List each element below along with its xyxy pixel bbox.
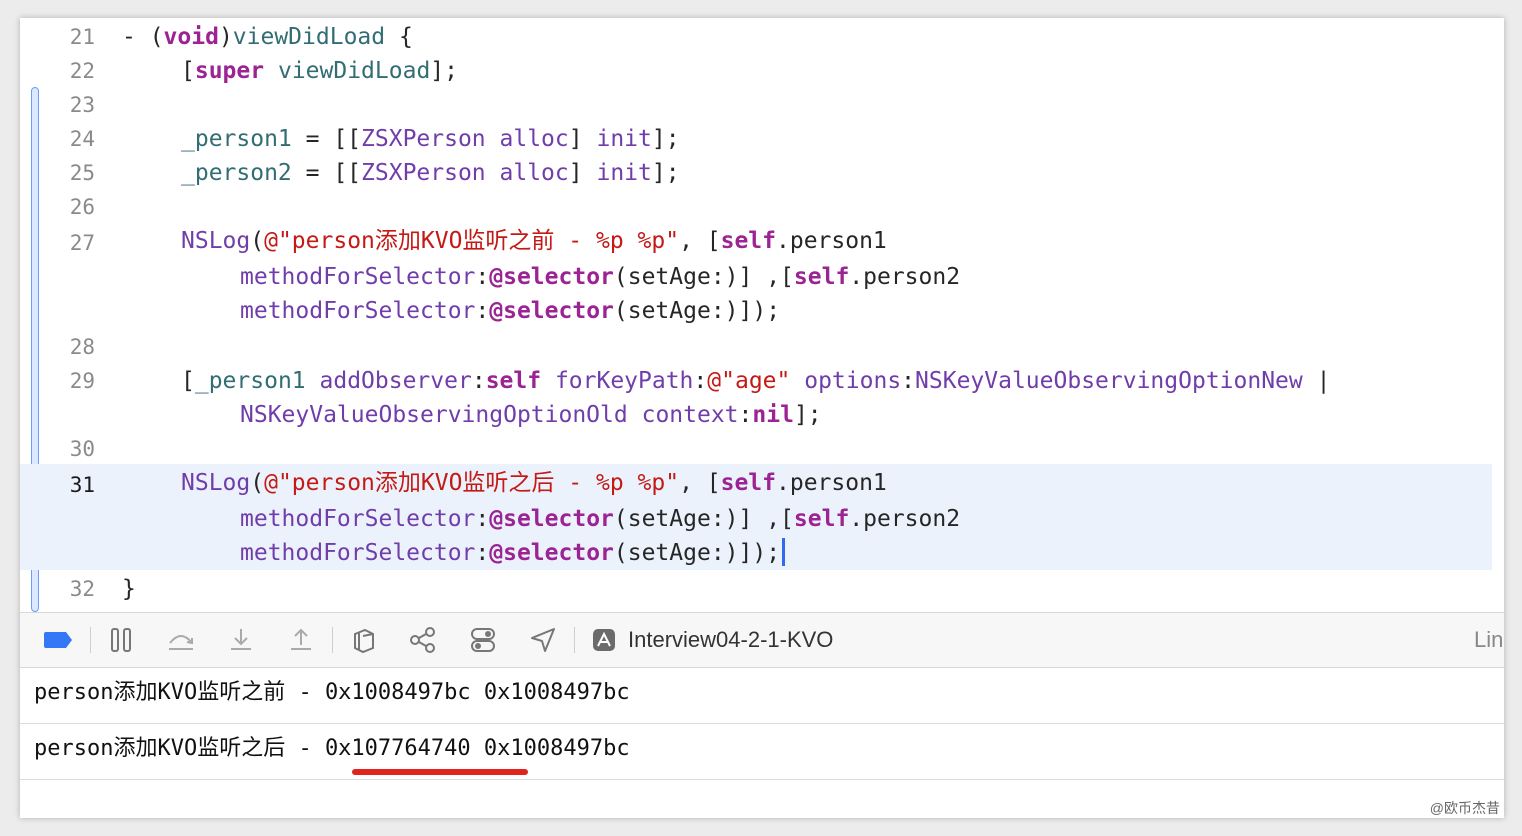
step-into-icon[interactable] bbox=[224, 625, 258, 655]
code-text: [_person1 addObserver:self forKeyPath:@"… bbox=[181, 368, 1331, 394]
line-number: 28 bbox=[69, 335, 95, 359]
divider bbox=[20, 779, 1504, 780]
memory-graph-icon[interactable] bbox=[406, 625, 440, 655]
code-text: - (void)viewDidLoad { bbox=[122, 24, 413, 50]
code-text: } bbox=[122, 576, 136, 602]
toolbar-separator bbox=[574, 627, 575, 653]
debug-bar: Interview04-2-1-KVO Lin bbox=[20, 612, 1504, 668]
code-line-27[interactable]: 27 NSLog(@"person添加KVO监听之前 - %p %p", [se… bbox=[20, 224, 1492, 328]
code-line-29[interactable]: 29 [_person1 addObserver:self forKeyPath… bbox=[20, 364, 1492, 432]
line-number: 25 bbox=[69, 161, 95, 185]
watermark: @欧币杰昔 bbox=[1429, 800, 1500, 816]
code-line-25[interactable]: 25 _person2 = [[ZSXPerson alloc] init]; bbox=[20, 156, 1492, 190]
highlight-underline bbox=[352, 769, 528, 775]
code-text: NSLog(@"person添加KVO监听之后 - %p %p", [self.… bbox=[181, 470, 887, 496]
toolbar-separator bbox=[90, 627, 91, 653]
code-text: NSLog(@"person添加KVO监听之前 - %p %p", [self.… bbox=[181, 228, 887, 254]
line-number: 32 bbox=[69, 577, 95, 601]
app-icon[interactable] bbox=[590, 625, 618, 655]
line-number: 23 bbox=[69, 93, 95, 117]
divider bbox=[20, 723, 1504, 724]
code-line-21[interactable]: 21 - (void)viewDidLoad { bbox=[20, 20, 1492, 54]
code-line-24[interactable]: 24 _person1 = [[ZSXPerson alloc] init]; bbox=[20, 122, 1492, 156]
code-text: _person2 = [[ZSXPerson alloc] init]; bbox=[181, 160, 680, 186]
step-over-icon[interactable] bbox=[164, 625, 198, 655]
code-editor[interactable]: 21 - (void)viewDidLoad { 22 [super viewD… bbox=[20, 18, 1504, 612]
console-output[interactable]: person添加KVO监听之前 - 0x1008497bc 0x1008497b… bbox=[20, 668, 1504, 818]
environment-overrides-icon[interactable] bbox=[466, 625, 500, 655]
line-indicator: Lin bbox=[1474, 627, 1504, 652]
code-text-wrap: methodForSelector:@selector(setAge:)]); bbox=[240, 536, 786, 570]
simulate-location-icon[interactable] bbox=[526, 625, 560, 655]
code-text-wrap: methodForSelector:@selector(setAge:)]); bbox=[240, 298, 781, 324]
breakpoints-toggle-icon[interactable] bbox=[40, 625, 76, 655]
console-line: person添加KVO监听之后 - 0x107764740 0x1008497b… bbox=[34, 736, 630, 761]
code-text-wrap: NSKeyValueObservingOptionOld context:nil… bbox=[240, 402, 822, 428]
line-number: 21 bbox=[69, 25, 95, 49]
current-line-number: 31 bbox=[69, 473, 95, 497]
code-text: [super viewDidLoad]; bbox=[181, 58, 458, 84]
line-number: 26 bbox=[69, 195, 95, 219]
text-cursor bbox=[782, 538, 786, 566]
line-number: 29 bbox=[69, 369, 95, 393]
code-line-28[interactable]: 28 bbox=[20, 330, 1492, 364]
step-out-icon[interactable] bbox=[284, 625, 318, 655]
code-line-22[interactable]: 22 [super viewDidLoad]; bbox=[20, 54, 1492, 88]
code-line-23[interactable]: 23 bbox=[20, 88, 1492, 122]
code-text-wrap: methodForSelector:@selector(setAge:)] ,[… bbox=[240, 264, 961, 290]
toolbar-separator bbox=[332, 627, 333, 653]
code-line-32[interactable]: 32 } bbox=[20, 572, 1492, 606]
line-number: 24 bbox=[69, 127, 95, 151]
line-number: 22 bbox=[69, 59, 95, 83]
line-number: 30 bbox=[69, 437, 95, 461]
pause-icon[interactable] bbox=[106, 625, 136, 655]
xcode-window: 21 - (void)viewDidLoad { 22 [super viewD… bbox=[20, 18, 1504, 818]
code-text: _person1 = [[ZSXPerson alloc] init]; bbox=[181, 126, 680, 152]
view-hierarchy-icon[interactable] bbox=[346, 625, 380, 655]
code-text-wrap: methodForSelector:@selector(setAge:)] ,[… bbox=[240, 506, 961, 532]
scheme-label[interactable]: Interview04-2-1-KVO bbox=[628, 625, 833, 655]
code-line-30[interactable]: 30 bbox=[20, 432, 1492, 466]
code-line-31-current[interactable]: 31 NSLog(@"person添加KVO监听之后 - %p %p", [se… bbox=[20, 464, 1492, 570]
console-line: person添加KVO监听之前 - 0x1008497bc 0x1008497b… bbox=[34, 680, 630, 705]
line-number: 27 bbox=[69, 231, 95, 255]
code-line-26[interactable]: 26 bbox=[20, 190, 1492, 224]
